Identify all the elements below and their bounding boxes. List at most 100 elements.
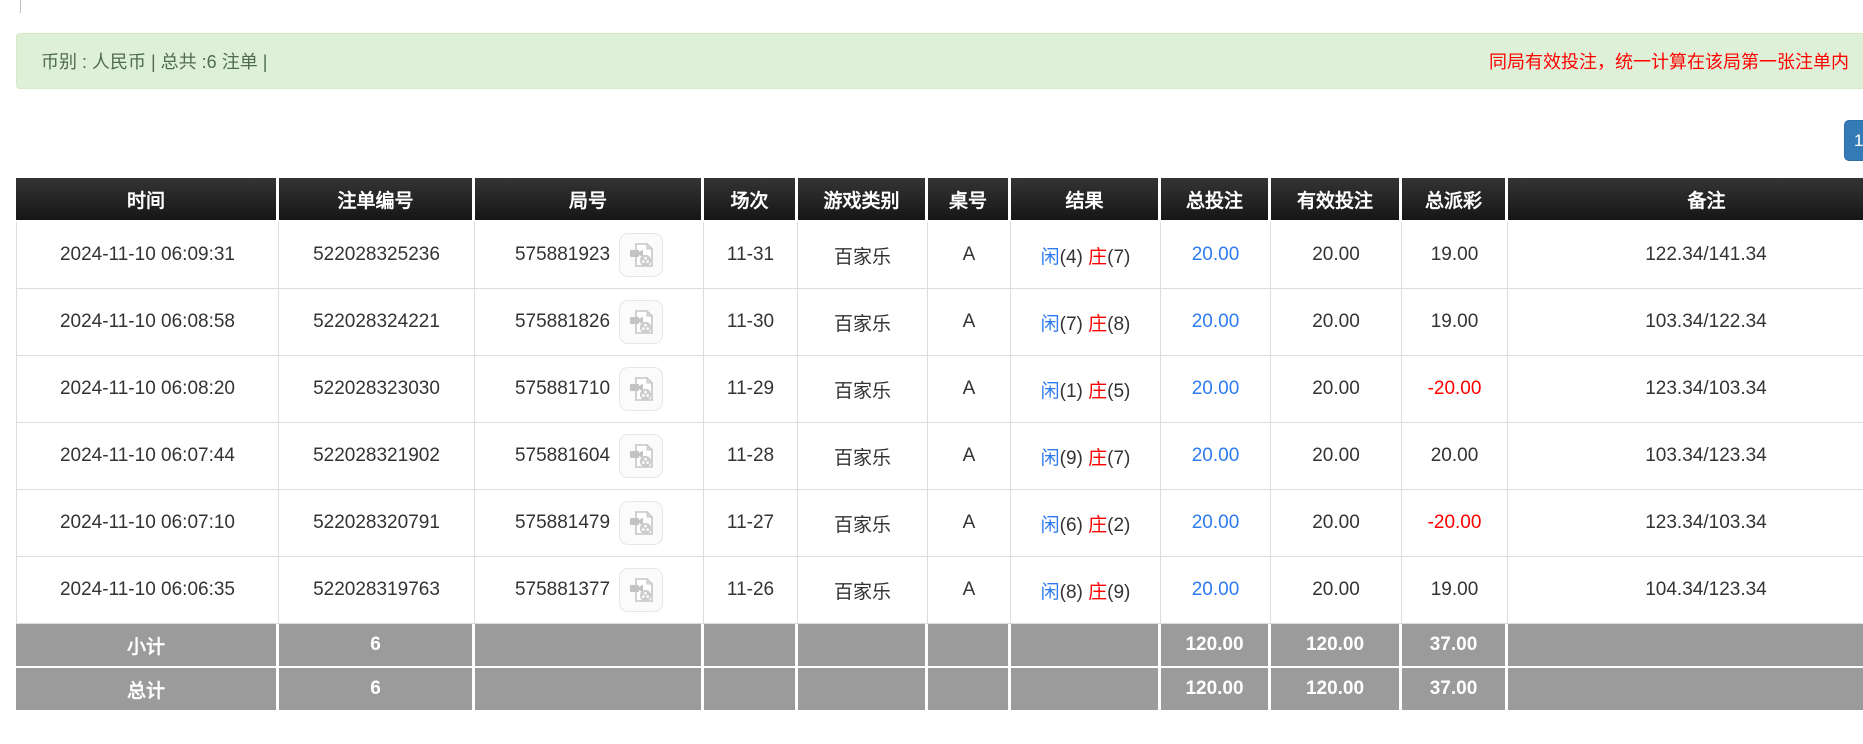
cell-time: 2024-11-10 06:08:58 xyxy=(16,289,279,356)
cell-remark: 103.34/122.34 xyxy=(1508,289,1863,356)
round-id-value: 575881923 xyxy=(515,244,610,266)
grand-total-payout: 37.00 xyxy=(1402,668,1508,712)
cell-session: 11-28 xyxy=(704,423,798,490)
result-banker-value: (8) xyxy=(1107,314,1130,335)
cell-total-bet: 20.00 xyxy=(1161,423,1271,490)
cell-result: 闲(4) 庄(7) xyxy=(1011,222,1161,289)
result-player-value: (8) xyxy=(1060,582,1083,603)
result-banker-value: (7) xyxy=(1107,247,1130,268)
cell-round-id: 575881826 xyxy=(475,289,704,356)
result-banker-value: (2) xyxy=(1107,515,1130,536)
result-banker-label: 庄 xyxy=(1088,381,1107,402)
total-bet-link[interactable]: 20.00 xyxy=(1192,378,1240,399)
cell-valid-bet: 20.00 xyxy=(1271,557,1402,624)
column-header-total-bet: 总投注 xyxy=(1161,178,1271,222)
cell-payout: 19.00 xyxy=(1402,557,1508,624)
cell-bet-id: 522028324221 xyxy=(279,289,475,356)
round-video-button[interactable] xyxy=(619,367,663,411)
cell-session: 11-27 xyxy=(704,490,798,557)
cell-result: 闲(6) 庄(2) xyxy=(1011,490,1161,557)
cell-result: 闲(7) 庄(8) xyxy=(1011,289,1161,356)
table-row: 2024-11-10 06:09:31 522028325236 5758819… xyxy=(16,222,1863,289)
column-header-result: 结果 xyxy=(1011,178,1161,222)
round-video-button[interactable] xyxy=(619,434,663,478)
cell-table-no: A xyxy=(928,289,1011,356)
cell-remark: 123.34/103.34 xyxy=(1508,356,1863,423)
cell-session: 11-29 xyxy=(704,356,798,423)
cell-total-bet: 20.00 xyxy=(1161,557,1271,624)
round-id-value: 575881604 xyxy=(515,445,610,467)
cell-total-bet: 20.00 xyxy=(1161,490,1271,557)
cell-game-type: 百家乐 xyxy=(798,423,928,490)
cell-remark: 123.34/103.34 xyxy=(1508,490,1863,557)
result-banker-value: (5) xyxy=(1107,381,1130,402)
cell-session: 11-30 xyxy=(704,289,798,356)
total-bet-link[interactable]: 20.00 xyxy=(1192,244,1240,265)
column-header-round-id: 局号 xyxy=(475,178,704,222)
result-player-value: (4) xyxy=(1060,247,1083,268)
cell-round-id: 575881479 xyxy=(475,490,704,557)
cell-table-no: A xyxy=(928,490,1011,557)
round-video-button[interactable] xyxy=(619,300,663,344)
column-header-game-type: 游戏类别 xyxy=(798,178,928,222)
table-header: 时间 注单编号 局号 场次 游戏类别 桌号 结果 总投注 有效投注 总派彩 备注 xyxy=(16,178,1863,222)
result-player-value: (1) xyxy=(1060,381,1083,402)
cell-game-type: 百家乐 xyxy=(798,557,928,624)
cell-payout: -20.00 xyxy=(1402,490,1508,557)
result-player-label: 闲 xyxy=(1041,448,1060,469)
result-banker-value: (7) xyxy=(1107,448,1130,469)
cell-table-no: A xyxy=(928,356,1011,423)
round-video-button[interactable] xyxy=(619,501,663,545)
round-video-button[interactable] xyxy=(619,233,663,277)
column-header-valid-bet: 有效投注 xyxy=(1271,178,1402,222)
subtotal-count: 6 xyxy=(279,624,475,668)
subtotal-payout: 37.00 xyxy=(1402,624,1508,668)
column-header-remark: 备注 xyxy=(1508,178,1863,222)
report-page: { "banner": { "left_text": "币别 : 人民币 | 总… xyxy=(0,0,1863,744)
total-bet-link[interactable]: 20.00 xyxy=(1192,311,1240,332)
total-bet-link[interactable]: 20.00 xyxy=(1192,579,1240,600)
cell-table-no: A xyxy=(928,222,1011,289)
cell-valid-bet: 20.00 xyxy=(1271,356,1402,423)
cell-game-type: 百家乐 xyxy=(798,289,928,356)
cell-time: 2024-11-10 06:06:35 xyxy=(16,557,279,624)
result-banker-label: 庄 xyxy=(1088,582,1107,603)
grand-total-count: 6 xyxy=(279,668,475,712)
round-id-value: 575881826 xyxy=(515,311,610,333)
result-player-value: (7) xyxy=(1060,314,1083,335)
round-id-value: 575881710 xyxy=(515,378,610,400)
grand-total-valid-bet: 120.00 xyxy=(1271,668,1402,712)
cell-round-id: 575881604 xyxy=(475,423,704,490)
result-player-value: (9) xyxy=(1060,448,1083,469)
summary-banner: 币别 : 人民币 | 总共 :6 注单 | 同局有效投注，统一计算在该局第一张注… xyxy=(16,33,1863,89)
column-header-bet-id: 注单编号 xyxy=(279,178,475,222)
video-record-icon xyxy=(626,441,656,471)
result-player-label: 闲 xyxy=(1041,515,1060,536)
total-bet-link[interactable]: 20.00 xyxy=(1192,512,1240,533)
round-video-button[interactable] xyxy=(619,568,663,612)
column-header-time: 时间 xyxy=(16,178,279,222)
subtotal-total-bet: 120.00 xyxy=(1161,624,1271,668)
cell-bet-id: 522028319763 xyxy=(279,557,475,624)
cell-remark: 104.34/123.34 xyxy=(1508,557,1863,624)
cell-result: 闲(1) 庄(5) xyxy=(1011,356,1161,423)
result-player-value: (6) xyxy=(1060,515,1083,536)
cell-valid-bet: 20.00 xyxy=(1271,222,1402,289)
total-bet-link[interactable]: 20.00 xyxy=(1192,445,1240,466)
cell-round-id: 575881923 xyxy=(475,222,704,289)
video-record-icon xyxy=(626,575,656,605)
pagination-page-1-button[interactable]: 1 xyxy=(1844,120,1863,161)
cell-total-bet: 20.00 xyxy=(1161,356,1271,423)
video-record-icon xyxy=(626,374,656,404)
cell-payout: -20.00 xyxy=(1402,356,1508,423)
cell-time: 2024-11-10 06:07:10 xyxy=(16,490,279,557)
video-record-icon xyxy=(626,240,656,270)
cell-payout: 20.00 xyxy=(1402,423,1508,490)
cell-payout: 19.00 xyxy=(1402,289,1508,356)
cell-game-type: 百家乐 xyxy=(798,490,928,557)
column-header-payout: 总派彩 xyxy=(1402,178,1508,222)
cell-session: 11-31 xyxy=(704,222,798,289)
grand-total-row: 总计 6 120.00 120.00 37.00 xyxy=(16,668,1863,712)
round-id-value: 575881377 xyxy=(515,579,610,601)
grand-total-total-bet: 120.00 xyxy=(1161,668,1271,712)
